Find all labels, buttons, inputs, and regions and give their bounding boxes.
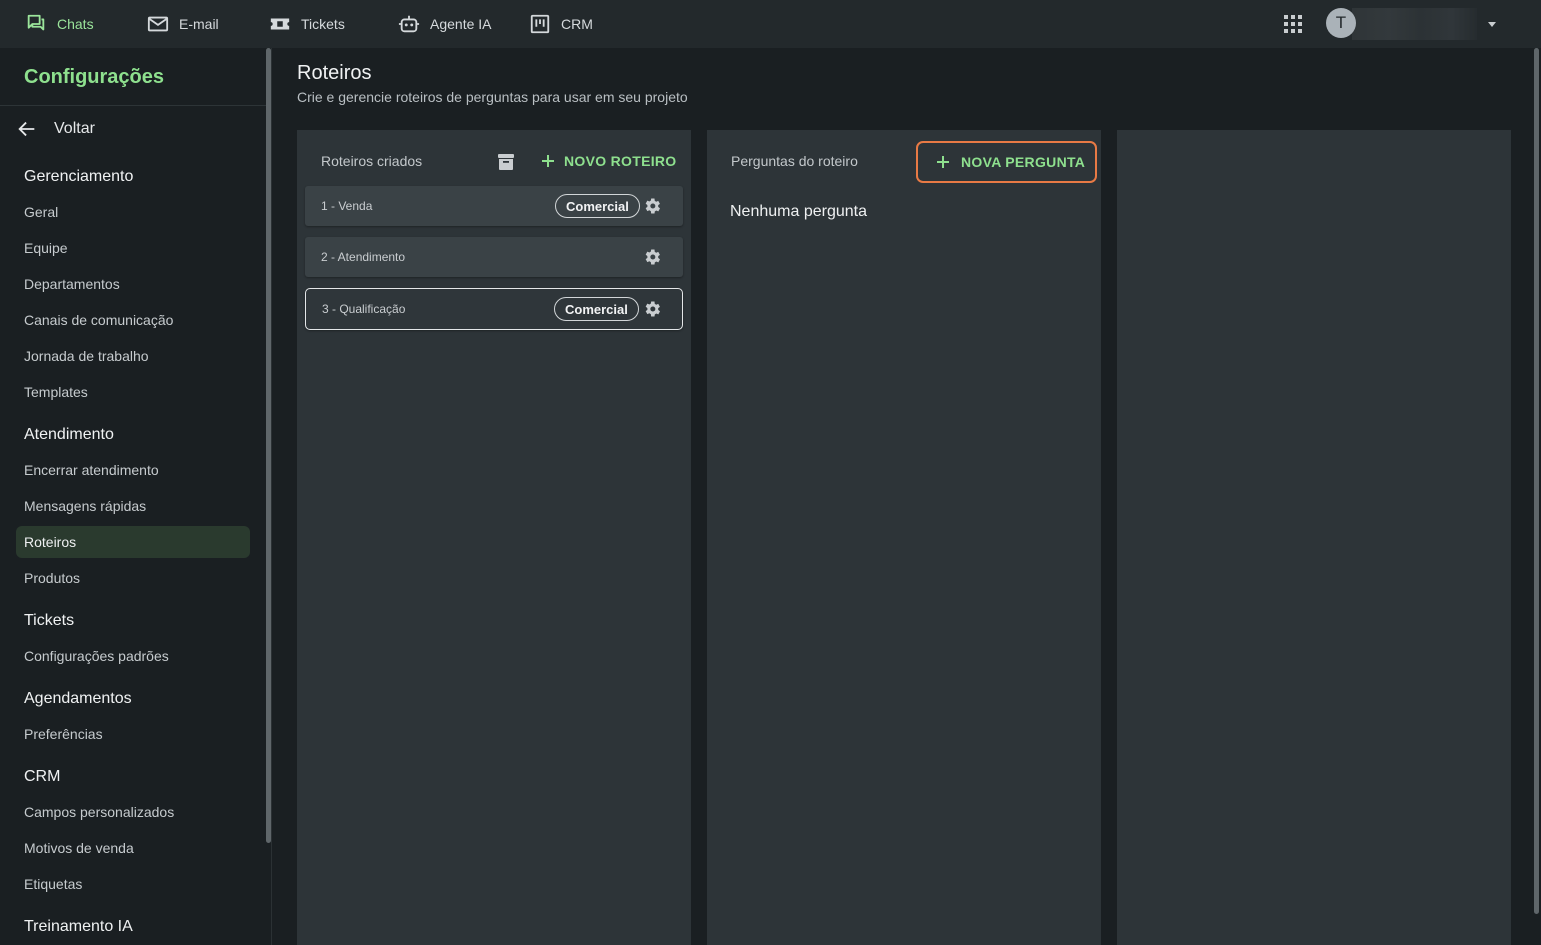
new-question-label: NOVA PERGUNTA — [961, 154, 1086, 170]
new-script-label: NOVO ROTEIRO — [564, 153, 677, 169]
plus-icon — [937, 156, 949, 168]
sidebar-item-etiquetas[interactable]: Etiquetas — [24, 876, 82, 892]
nav-crm[interactable]: CRM — [529, 0, 593, 48]
page-subtitle: Crie e gerencie roteiros de perguntas pa… — [297, 89, 688, 105]
sidebar-item-campos[interactable]: Campos personalizados — [24, 804, 174, 820]
tag-chip: Comercial — [554, 297, 639, 321]
sidebar-section-crm: CRM — [24, 768, 61, 785]
back-label: Voltar — [54, 120, 95, 137]
sidebar-title: Configurações — [24, 66, 165, 88]
sidebar-item-departamentos[interactable]: Departamentos — [24, 276, 120, 292]
script-card-venda[interactable]: 1 - Venda Comercial — [305, 186, 683, 226]
sidebar-item-roteiros[interactable]: Roteiros — [16, 526, 250, 558]
sidebar-item-preferencias[interactable]: Preferências — [24, 726, 103, 742]
empty-questions-text: Nenhuma pergunta — [730, 203, 867, 220]
script-card-atendimento[interactable]: 2 - Atendimento — [305, 237, 683, 277]
nav-chats[interactable]: Chats — [25, 0, 94, 48]
new-question-button[interactable]: NOVA PERGUNTA — [916, 141, 1097, 183]
nav-label: Tickets — [301, 16, 345, 32]
sidebar-item-config-padroes[interactable]: Configurações padrões — [24, 648, 169, 664]
questions-panel: Perguntas do roteiro — [707, 130, 1101, 945]
nav-label: Chats — [57, 16, 94, 32]
new-script-button[interactable]: NOVO ROTEIRO — [534, 146, 683, 176]
gear-icon[interactable] — [642, 299, 662, 319]
divider — [0, 105, 266, 106]
page-scrollbar[interactable] — [1534, 48, 1539, 914]
ticket-icon — [270, 18, 290, 30]
script-label: 1 - Venda — [321, 199, 373, 213]
sidebar-section-atendimento: Atendimento — [24, 426, 114, 443]
page-title: Roteiros — [297, 62, 372, 84]
mail-icon — [147, 16, 169, 32]
nav-label: Agente IA — [430, 16, 492, 32]
plus-icon — [542, 155, 554, 167]
script-card-qualificacao[interactable]: 3 - Qualificação Comercial — [305, 288, 683, 330]
sidebar-item-templates[interactable]: Templates — [24, 384, 88, 400]
sidebar-section-agendamentos: Agendamentos — [24, 690, 132, 707]
sidebar-item-motivos[interactable]: Motivos de venda — [24, 840, 134, 856]
arrow-left-icon — [18, 121, 35, 137]
top-navigation-bar: Chats E-mail Tickets Agente IA CRM T — [0, 0, 1541, 48]
sidebar-section-gerenciamento: Gerenciamento — [24, 168, 134, 185]
question-detail-panel — [1117, 130, 1511, 945]
robot-icon — [398, 15, 420, 33]
sidebar-scrollbar[interactable] — [266, 48, 271, 843]
tag-chip: Comercial — [555, 194, 640, 218]
nav-tickets[interactable]: Tickets — [269, 0, 345, 48]
sidebar-item-equipe[interactable]: Equipe — [24, 240, 68, 256]
nav-label: CRM — [561, 16, 593, 32]
back-button[interactable]: Voltar — [16, 116, 95, 142]
sidebar-item-geral[interactable]: Geral — [24, 204, 58, 220]
nav-email[interactable]: E-mail — [147, 0, 219, 48]
sidebar-item-mensagens[interactable]: Mensagens rápidas — [24, 498, 146, 514]
sidebar-item-encerrar[interactable]: Encerrar atendimento — [24, 462, 159, 478]
sidebar-section-tickets: Tickets — [24, 612, 75, 629]
script-label: 3 - Qualificação — [322, 302, 406, 316]
questions-panel-heading: Perguntas do roteiro — [731, 153, 858, 169]
gear-icon[interactable] — [642, 196, 662, 216]
user-name-redacted[interactable] — [1352, 8, 1477, 40]
script-label: 2 - Atendimento — [321, 250, 406, 264]
nav-label: E-mail — [179, 16, 219, 32]
scripts-panel-heading: Roteiros criados — [321, 153, 423, 169]
settings-sidebar: Configurações Voltar Gerenciamento Geral… — [0, 48, 272, 945]
sidebar-item-jornada[interactable]: Jornada de trabalho — [24, 348, 149, 364]
chevron-down-icon[interactable] — [1486, 18, 1498, 30]
chat-icon — [27, 14, 45, 31]
kanban-icon — [530, 14, 550, 34]
sidebar-section-treinamento: Treinamento IA — [24, 918, 133, 935]
nav-agente-ia[interactable]: Agente IA — [398, 0, 492, 48]
avatar[interactable]: T — [1326, 8, 1356, 38]
sidebar-item-canais[interactable]: Canais de comunicação — [24, 312, 173, 328]
archive-icon[interactable] — [496, 152, 516, 172]
apps-grid-icon[interactable] — [1283, 14, 1303, 34]
gear-icon[interactable] — [642, 247, 662, 267]
sidebar-item-produtos[interactable]: Produtos — [24, 570, 80, 586]
